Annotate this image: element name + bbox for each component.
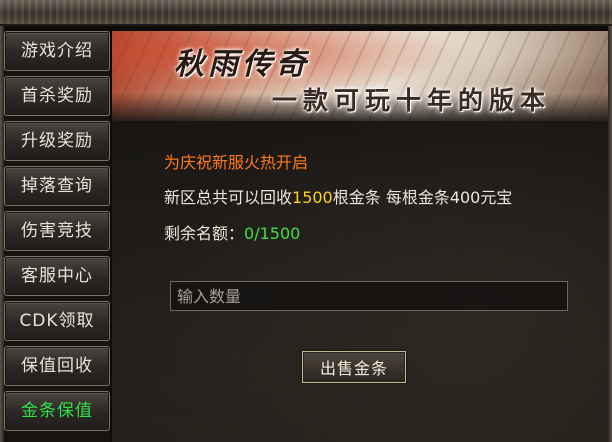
sidebar-item-customer-service[interactable]: 客服中心 <box>4 256 110 296</box>
sell-gold-bar-button[interactable]: 出售金条 <box>302 351 406 383</box>
remaining-value: 0/1500 <box>244 224 301 243</box>
window-frame-right <box>608 26 612 442</box>
gold-bar-panel: 秋雨传奇 一款可玩十年的版本 为庆祝新服火热开启 新区总共可以回收1500根金条… <box>112 31 608 442</box>
window-frame-top <box>0 0 612 26</box>
recycle-text-after: 根金条 每根金条400元宝 <box>332 188 513 207</box>
recycle-info-text: 新区总共可以回收1500根金条 每根金条400元宝 <box>164 184 512 208</box>
sidebar-item-value-recycle[interactable]: 保值回收 <box>4 346 110 386</box>
sidebar-item-drop-query[interactable]: 掉落查询 <box>4 166 110 206</box>
recycle-text-before: 新区总共可以回收 <box>164 188 293 207</box>
banner-slogan: 一款可玩十年的版本 <box>272 86 552 115</box>
sidebar-item-game-intro[interactable]: 游戏介绍 <box>4 31 110 71</box>
sidebar-item-first-kill-reward[interactable]: 首杀奖励 <box>4 76 110 116</box>
remaining-label: 剩余名额： <box>164 224 245 243</box>
remaining-quota-text: 剩余名额：0/1500 <box>164 220 300 244</box>
sidebar-item-cdk-claim[interactable]: CDK领取 <box>4 301 110 341</box>
quantity-input[interactable] <box>170 281 568 311</box>
banner-image: 秋雨传奇 一款可玩十年的版本 <box>112 31 608 121</box>
banner-title: 秋雨传奇 <box>174 47 310 82</box>
sidebar-menu: 游戏介绍 首杀奖励 升级奖励 掉落查询 伤害竞技 客服中心 CDK领取 保值回收… <box>4 31 110 442</box>
sidebar-item-damage-contest[interactable]: 伤害竞技 <box>4 211 110 251</box>
sidebar-item-level-reward[interactable]: 升级奖励 <box>4 121 110 161</box>
recycle-amount: 1500 <box>292 188 333 207</box>
sidebar-item-gold-bar-value[interactable]: 金条保值 <box>4 391 110 431</box>
announcement-text: 为庆祝新服火热开启 <box>164 153 309 172</box>
